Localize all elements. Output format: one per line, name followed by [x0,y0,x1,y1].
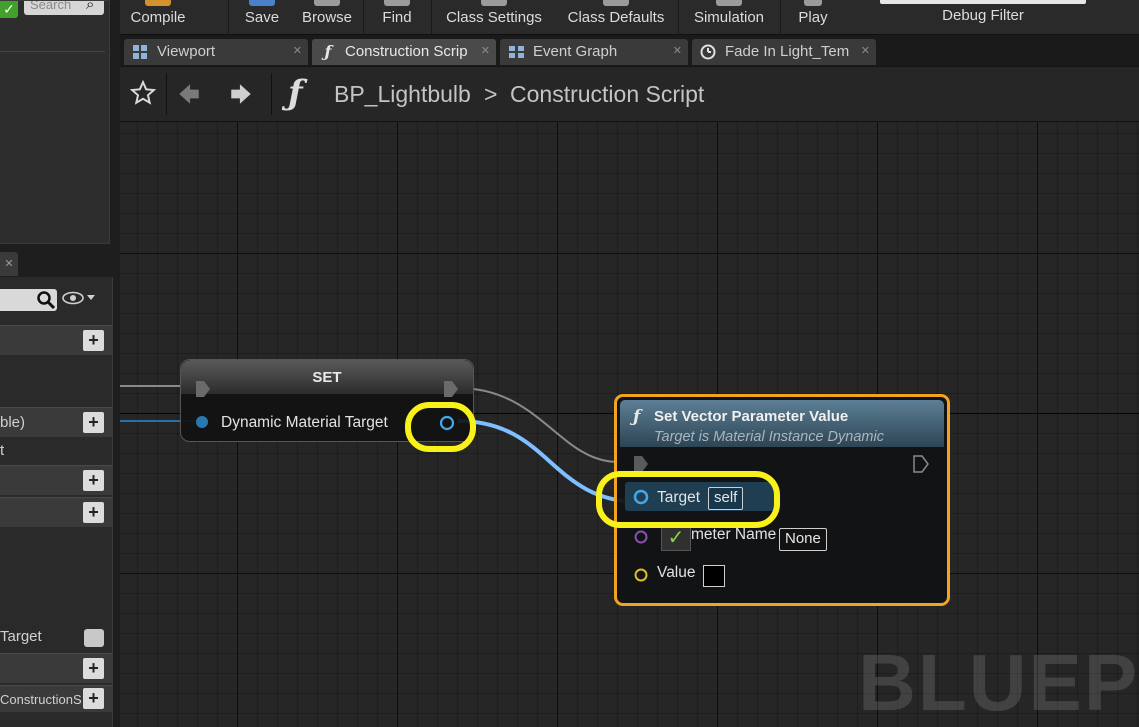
graph-canvas[interactable]: SET Dynamic Material Target ƒ Set Vector… [120,122,1139,727]
eye-icon[interactable] [62,291,96,309]
exec-out-pin-icon[interactable] [443,380,459,398]
compile-button[interactable]: Compile [120,0,196,34]
close-icon[interactable]: ✕ [673,44,682,57]
input-pin-icon[interactable] [195,415,209,429]
event-graph-icon [508,44,524,60]
add-local-variable-button[interactable]: + [83,688,104,709]
debug-filter-dropdown[interactable] [880,0,1086,4]
class-settings-icon [481,0,507,6]
function-item[interactable]: t [0,442,4,459]
my-blueprint-search-input[interactable] [0,289,57,311]
local-variables-section[interactable]: ConstructionScrip + [0,685,112,712]
save-icon [249,0,275,6]
add-macro-button[interactable]: + [83,470,104,491]
checkmark-icon[interactable]: ✓ [661,527,691,551]
function-icon: ƒ [288,73,303,113]
exec-in-pin-icon[interactable] [195,380,211,398]
browse-button[interactable]: Browse [294,0,360,34]
search-icon[interactable]: ⌕ [86,1,94,13]
graphs-section[interactable]: + [0,325,112,355]
save-button[interactable]: Save [230,0,294,34]
tab-viewport[interactable]: Viewport ✕ [124,39,308,65]
forward-arrow-icon[interactable] [228,81,254,112]
class-defaults-icon [603,0,629,6]
add-graph-button[interactable]: + [83,330,104,351]
components-search-input[interactable]: Search ⌕ [24,1,104,15]
find-icon [384,0,410,6]
class-settings-button[interactable]: Class Settings [433,0,555,34]
panel-divider [0,51,105,52]
timeline-icon [700,44,716,60]
function-icon: ƒ [633,407,641,427]
set-vector-node-header: ƒ Set Vector Parameter Value Target is M… [620,400,944,447]
simulation-button[interactable]: Simulation [680,0,778,34]
parameter-name-pin-icon[interactable] [633,529,649,545]
simulation-icon [716,0,742,6]
checkmark-icon[interactable]: ✓ [0,1,18,18]
variable-item-target[interactable]: Target [0,628,42,645]
value-pin-icon[interactable] [633,567,649,583]
variables-section[interactable]: + [0,497,112,527]
tab-bar: Viewport ✕ ƒ Construction Scrip ✕ Event … [120,35,1139,66]
parameter-name-field[interactable]: None [779,528,827,551]
set-node-pin-label: Dynamic Material Target [221,414,388,431]
macros-section[interactable]: + [0,465,112,495]
my-blueprint-tab[interactable]: ✕ [0,252,18,276]
close-icon[interactable]: ✕ [293,44,302,57]
breadcrumb-graph: Construction Script [510,81,705,107]
tab-construction-script[interactable]: ƒ Construction Scrip ✕ [312,39,496,65]
output-pin-highlight [405,402,476,452]
favorite-star-icon[interactable] [129,79,157,111]
tab-fade-in-light-timeline[interactable]: Fade In Light_Tem ✕ [692,39,876,65]
add-function-button[interactable]: + [83,412,104,433]
set-node-title: SET [312,369,342,386]
toolbar: Compile Save Browse Find Class Settings … [120,0,1139,35]
compile-icon [145,0,171,6]
play-button[interactable]: Play [782,0,844,34]
add-event-dispatcher-button[interactable]: + [83,658,104,679]
my-blueprint-panel: + ble) + t + + Target + ConstructionScri… [0,277,113,727]
tab-event-graph[interactable]: Event Graph ✕ [500,39,688,65]
left-panel: ✓ Search ⌕ ✕ + ble) + t + + Target + Con… [0,0,120,727]
components-panel: ✓ Search ⌕ [0,0,110,244]
target-pin-highlight [596,471,780,528]
breadcrumb: ƒ BP_Lightbulb > Construction Script [120,67,1139,122]
parameter-name-label: meter Name [691,526,777,543]
back-arrow-icon[interactable] [176,81,202,112]
add-variable-button[interactable]: + [83,502,104,523]
close-icon[interactable]: ✕ [861,44,870,57]
class-defaults-button[interactable]: Class Defaults [555,0,677,34]
exec-out-pin-icon[interactable] [913,455,929,473]
set-vector-node-title: Set Vector Parameter Value [654,408,849,425]
blueprint-watermark: BLUEPR [858,638,1139,727]
variable-type-icon [84,629,104,647]
breadcrumb-separator: > [484,81,498,107]
breadcrumb-blueprint[interactable]: BP_Lightbulb [334,81,471,108]
close-icon[interactable]: ✕ [481,44,490,57]
value-color-swatch[interactable] [703,565,725,587]
event-dispatchers-section[interactable]: + [0,653,112,683]
search-icon[interactable] [36,290,56,315]
debug-filter-label: Debug Filter [942,7,1024,24]
browse-icon [314,0,340,6]
functions-section[interactable]: ble) + [0,407,112,437]
set-vector-node-subtitle: Target is Material Instance Dynamic [654,429,884,445]
viewport-icon [132,44,148,60]
close-icon[interactable]: ✕ [4,258,13,270]
find-button[interactable]: Find [365,0,429,34]
function-icon: ƒ [324,42,332,61]
play-icon [804,0,822,6]
value-pin-label: Value [657,564,696,581]
